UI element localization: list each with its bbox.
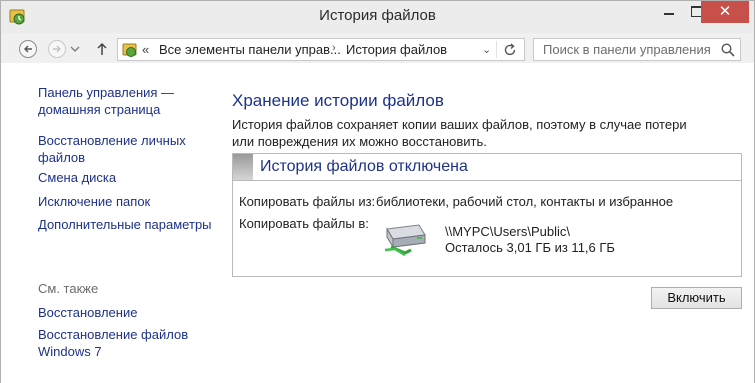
address-dropdown-icon[interactable]: ⌄ (482, 43, 491, 56)
sidebar-item-windows7-file-recovery[interactable]: Восстановление файлов Windows 7 (38, 326, 188, 360)
close-button[interactable]: ✕ (701, 1, 749, 23)
breadcrumb-separator-icon[interactable]: › (332, 42, 336, 54)
sidebar-item-advanced-settings[interactable]: Дополнительные параметры (38, 216, 212, 233)
breadcrumb-all-control-panel-items[interactable]: Все элементы панели управ... (159, 42, 341, 57)
status-strip (233, 154, 253, 180)
network-drive-icon (384, 224, 426, 257)
page-title: Хранение истории файлов (232, 91, 444, 110)
see-also-heading: См. также (38, 281, 99, 296)
copy-to-label: Копировать файлы в: (239, 216, 369, 231)
minimize-button[interactable] (655, 1, 683, 23)
window-title: История файлов (319, 7, 436, 24)
sidebar-item-restore-personal-files[interactable]: Восстановление личных файлов (38, 132, 186, 166)
forward-arrow-icon (53, 45, 61, 53)
refresh-icon[interactable] (502, 42, 518, 58)
search-input[interactable]: Поиск в панели управления (533, 38, 741, 61)
back-button[interactable] (19, 40, 37, 58)
sidebar-item-exclude-folders[interactable]: Исключение папок (38, 193, 150, 210)
drive-free-space: Осталось 3,01 ГБ из 11,6 ГБ (445, 240, 615, 255)
close-icon: ✕ (718, 3, 732, 20)
control-panel-icon (122, 43, 137, 57)
drive-path: \\MYPC\Users\Public\ (445, 224, 570, 239)
page-description: История файлов сохраняет копии ваших фай… (232, 117, 687, 149)
search-icon[interactable] (720, 42, 736, 58)
title-bar: История файлов ✕ (1, 1, 754, 33)
copy-from-label: Копировать файлы из: (239, 194, 376, 209)
forward-button[interactable] (48, 40, 66, 58)
breadcrumb-file-history[interactable]: История файлов (346, 42, 447, 57)
content-area: Панель управления — домашняя страница Во… (1, 63, 754, 383)
enable-button[interactable]: Включить (651, 287, 742, 309)
address-overflow-button[interactable]: « (142, 42, 149, 57)
navigation-bar: « Все элементы панели управ... › История… (1, 33, 754, 63)
recent-locations-chevron-icon[interactable] (69, 44, 81, 54)
sidebar-item-recovery[interactable]: Восстановление (38, 304, 137, 321)
up-arrow-icon[interactable] (95, 41, 109, 57)
copy-from-value: библиотеки, рабочий стол, контакты и изб… (376, 194, 674, 209)
address-bar[interactable]: « Все элементы панели управ... › История… (117, 38, 525, 61)
status-title: История файлов отключена (260, 158, 468, 175)
sidebar-item-select-drive[interactable]: Смена диска (38, 169, 116, 186)
address-divider (496, 41, 497, 58)
search-placeholder: Поиск в панели управления (543, 42, 711, 57)
back-arrow-icon (24, 45, 32, 53)
minimize-icon (664, 13, 674, 15)
sidebar-item-control-panel-home[interactable]: Панель управления — домашняя страница (38, 84, 174, 118)
status-divider (233, 180, 741, 181)
status-panel: История файлов отключена Копировать файл… (232, 153, 742, 277)
file-history-window: История файлов ✕ « Все элементы панели у… (0, 0, 755, 383)
